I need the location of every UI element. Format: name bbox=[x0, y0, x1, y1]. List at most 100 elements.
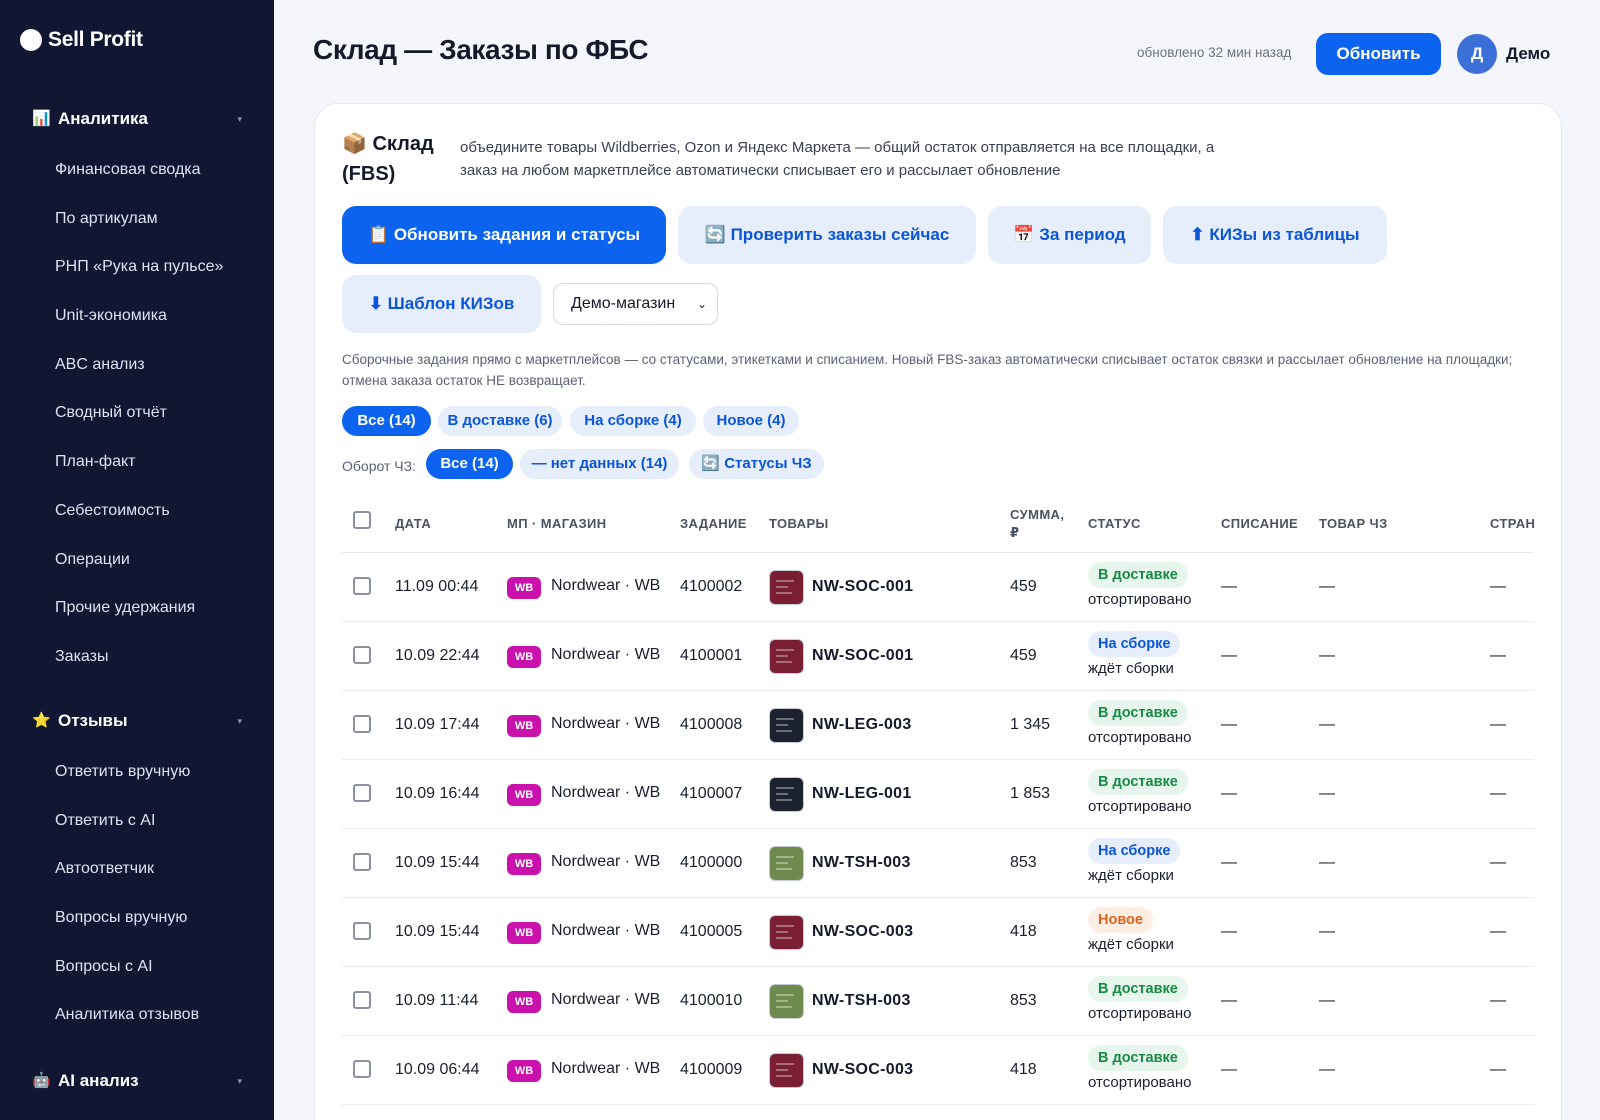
row-sum: 853 bbox=[1010, 992, 1037, 1009]
row-checkbox[interactable] bbox=[353, 922, 371, 940]
row-store: Nordwear · WB bbox=[551, 715, 661, 732]
username[interactable]: Демо bbox=[1506, 44, 1550, 64]
col-status[interactable]: СТАТУС bbox=[1088, 516, 1141, 531]
sidebar-item-rnp[interactable]: РНП «Рука на пульсе» bbox=[0, 243, 274, 292]
table-row[interactable]: 10.09 06:44 WB Nordwear · WB 4100009 NW-SOC-… bbox=[342, 1036, 1534, 1105]
row-task[interactable]: 4100000 bbox=[680, 854, 742, 872]
col-country[interactable]: СТРАН bbox=[1490, 516, 1535, 531]
sidebar-item-questions-ai[interactable]: Вопросы с AI bbox=[0, 943, 274, 992]
row-checkbox[interactable] bbox=[353, 853, 371, 871]
row-sku[interactable]: NW-SOC-003 bbox=[812, 1061, 913, 1079]
row-checkbox[interactable] bbox=[353, 1060, 371, 1078]
chz-status-button[interactable]: 🔄 Статусы ЧЗ bbox=[689, 449, 824, 479]
row-sku[interactable]: NW-SOC-001 bbox=[812, 647, 913, 665]
sidebar-item-reply-manual[interactable]: Ответить вручную bbox=[0, 748, 274, 797]
kiz-upload-button[interactable]: ⬆ КИЗы из таблицы bbox=[1163, 206, 1387, 264]
row-sku[interactable]: NW-LEG-001 bbox=[812, 785, 912, 803]
col-writeoff[interactable]: СПИСАНИЕ bbox=[1221, 516, 1298, 531]
row-writeoff: — bbox=[1221, 785, 1237, 802]
chz-label: Оборот ЧЗ: bbox=[342, 458, 416, 474]
chz-filter-all[interactable]: Все (14) bbox=[426, 449, 513, 479]
table-row[interactable]: 10.09 22:44 WB Nordwear · WB 4100001 NW-SOC-… bbox=[342, 622, 1534, 691]
group-head-analytics[interactable]: 📊 Аналитика ▾ bbox=[0, 99, 274, 139]
sidebar-item-operations[interactable]: Операции bbox=[0, 536, 274, 585]
row-substatus: отсортировано bbox=[1088, 729, 1192, 746]
row-checkbox[interactable] bbox=[353, 646, 371, 664]
sidebar-item-reviews-analytics[interactable]: Аналитика отзывов bbox=[0, 991, 274, 1040]
wb-badge: WB bbox=[507, 646, 541, 668]
star-icon: ⭐ bbox=[32, 712, 51, 729]
sidebar-item-financial-summary[interactable]: Финансовая сводка bbox=[0, 146, 274, 195]
sidebar-item-by-article[interactable]: По артикулам bbox=[0, 195, 274, 244]
col-sum[interactable]: СУММА, ₽ bbox=[1010, 506, 1070, 542]
col-chz-goods[interactable]: ТОВАР ЧЗ bbox=[1319, 516, 1388, 531]
row-task[interactable]: 4100009 bbox=[680, 1061, 742, 1079]
sidebar-item-other-deductions[interactable]: Прочие удержания bbox=[0, 584, 274, 633]
update-tasks-button[interactable]: 📋 Обновить задания и статусы bbox=[342, 206, 666, 264]
row-sku[interactable]: NW-LEG-003 bbox=[812, 716, 912, 734]
store-select[interactable]: Демо-магазин ⌄ bbox=[553, 283, 718, 325]
sidebar-item-abc[interactable]: ABC анализ bbox=[0, 341, 274, 390]
row-sku[interactable]: NW-SOC-003 bbox=[812, 923, 913, 941]
col-task[interactable]: ЗАДАНИЕ bbox=[680, 516, 747, 531]
row-checkbox[interactable] bbox=[353, 784, 371, 802]
group-head-ai[interactable]: 🤖 AI анализ ▾ bbox=[0, 1061, 274, 1101]
row-task[interactable]: 4100002 bbox=[680, 578, 742, 596]
sidebar-item-cost[interactable]: Себестоимость bbox=[0, 487, 274, 536]
row-sum: 1 853 bbox=[1010, 785, 1051, 802]
filter-delivery[interactable]: В доставке (6) bbox=[438, 406, 562, 436]
row-task[interactable]: 4100010 bbox=[680, 992, 742, 1010]
row-checkbox[interactable] bbox=[353, 991, 371, 1009]
sidebar-item-orders[interactable]: Заказы bbox=[0, 633, 274, 682]
row-sku[interactable]: NW-SOC-001 bbox=[812, 578, 913, 596]
sidebar-item-reply-ai[interactable]: Ответить с AI bbox=[0, 797, 274, 846]
row-store: Nordwear · WB bbox=[551, 922, 661, 939]
row-substatus: отсортировано bbox=[1088, 1005, 1192, 1022]
status-badge: На сборке bbox=[1088, 838, 1181, 864]
col-mp-store[interactable]: МП · МАГАЗИН bbox=[507, 516, 607, 531]
avatar[interactable]: Д bbox=[1457, 34, 1497, 74]
check-orders-button[interactable]: 🔄 Проверить заказы сейчас bbox=[678, 206, 976, 264]
row-sku[interactable]: NW-TSH-003 bbox=[812, 854, 911, 872]
table-row[interactable]: 10.09 11:44 WB Nordwear · WB 4100010 NW-TSH-… bbox=[342, 967, 1534, 1036]
row-checkbox[interactable] bbox=[353, 715, 371, 733]
row-task[interactable]: 4100007 bbox=[680, 785, 742, 803]
filter-assembly[interactable]: На сборке (4) bbox=[570, 406, 696, 436]
row-chz: — bbox=[1319, 923, 1335, 940]
logo[interactable]: Sell Profit bbox=[20, 28, 143, 52]
sidebar-item-autoresponder[interactable]: Автоответчик bbox=[0, 845, 274, 894]
table-row[interactable]: 10.09 17:44 WB Nordwear · WB 4100008 NW-LEG-… bbox=[342, 691, 1534, 760]
filter-new[interactable]: Новое (4) bbox=[703, 406, 799, 436]
row-chz: — bbox=[1319, 1061, 1335, 1078]
sidebar-item-questions-manual[interactable]: Вопросы вручную bbox=[0, 894, 274, 943]
caret-down-icon: ▾ bbox=[237, 1075, 242, 1086]
row-task[interactable]: 4100001 bbox=[680, 647, 742, 665]
table-row[interactable]: 10.09 15:44 WB Nordwear · WB 4100005 NW-SOC-… bbox=[342, 898, 1534, 967]
chz-filter-no-data[interactable]: — нет данных (14) bbox=[520, 449, 679, 479]
table-row[interactable]: 10.09 15:44 WB Nordwear · WB 4100000 NW-TSH-… bbox=[342, 829, 1534, 898]
wb-badge: WB bbox=[507, 991, 541, 1013]
table-row[interactable]: 10.09 16:44 WB Nordwear · WB 4100007 NW-LEG-… bbox=[342, 760, 1534, 829]
kiz-template-button[interactable]: ⬇ Шаблон КИЗов bbox=[342, 275, 541, 333]
row-substatus: отсортировано bbox=[1088, 798, 1192, 815]
row-sku[interactable]: NW-TSH-003 bbox=[812, 992, 911, 1010]
group-head-reviews[interactable]: ⭐ Отзывы ▾ bbox=[0, 701, 274, 741]
row-chz: — bbox=[1319, 785, 1335, 802]
col-date[interactable]: ДАТА bbox=[395, 516, 431, 531]
refresh-button[interactable]: Обновить bbox=[1316, 33, 1441, 75]
col-goods[interactable]: ТОВАРЫ bbox=[769, 516, 829, 531]
row-task[interactable]: 4100008 bbox=[680, 716, 742, 734]
sidebar-item-plan-fact[interactable]: План-факт bbox=[0, 438, 274, 487]
table-row[interactable]: 11.09 00:44 WB Nordwear · WB 4100002 NW-SOC-… bbox=[342, 553, 1534, 622]
row-chz: — bbox=[1319, 854, 1335, 871]
row-checkbox[interactable] bbox=[353, 577, 371, 595]
select-all-checkbox[interactable] bbox=[353, 511, 371, 529]
filter-all[interactable]: Все (14) bbox=[342, 406, 431, 436]
period-button[interactable]: 📅 За период bbox=[988, 206, 1151, 264]
row-date: 10.09 15:44 bbox=[395, 923, 480, 940]
sidebar-item-unit-economics[interactable]: Unit-экономика bbox=[0, 292, 274, 341]
wb-badge: WB bbox=[507, 1060, 541, 1082]
sidebar-item-summary-report[interactable]: Сводный отчёт bbox=[0, 389, 274, 438]
group-title: Отзывы bbox=[58, 711, 128, 730]
row-task[interactable]: 4100005 bbox=[680, 923, 742, 941]
